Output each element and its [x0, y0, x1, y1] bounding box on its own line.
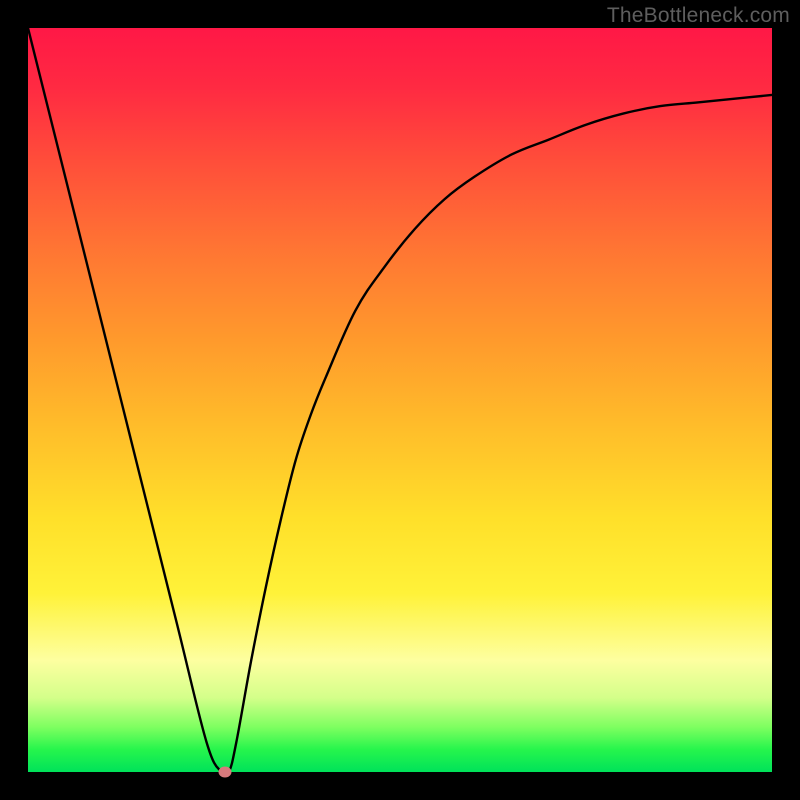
bottleneck-curve	[28, 28, 772, 772]
chart-frame: TheBottleneck.com	[0, 0, 800, 800]
watermark-text: TheBottleneck.com	[607, 4, 790, 28]
plot-area	[28, 28, 772, 772]
min-point-marker	[219, 767, 232, 778]
